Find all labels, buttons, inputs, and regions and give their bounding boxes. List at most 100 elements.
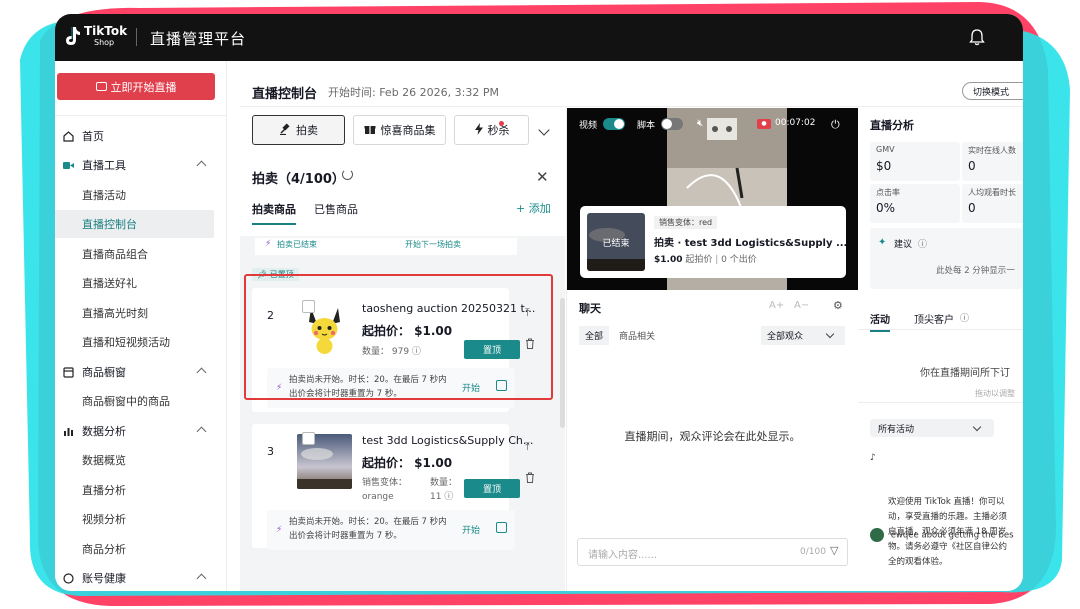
pinned-product-popup[interactable]: 已结束 销售变体：red 拍卖 · test 3dd Logistics&Sup…	[580, 206, 848, 278]
add-button[interactable]: + 添加	[516, 200, 551, 216]
start-auction-button[interactable]: 开始	[462, 523, 480, 536]
audience-select[interactable]: 全部观众	[761, 326, 845, 345]
sidebar-item-label: 直播送好礼	[82, 277, 137, 290]
sidebar-item-live-events[interactable]: 直播活动	[55, 181, 227, 209]
auction-info-text: 拍卖尚未开始。时长：20。在最后 7 秒内出价会将计时器重置为 7 秒。	[289, 517, 447, 541]
popup-bids: 0 个出价	[721, 255, 757, 265]
sidebar-item-product-analytics[interactable]: 商品分析	[55, 535, 227, 563]
auction-tool-button[interactable]: 拍卖	[252, 115, 345, 145]
switch-mode-button[interactable]: 切换模式	[962, 82, 1023, 100]
activity-filter-select[interactable]: 所有活动	[870, 419, 994, 437]
sidebar-item-live-highlights[interactable]: 直播高光时刻	[55, 299, 227, 327]
sparkle-icon: ✦	[878, 237, 887, 248]
chat-char-counter: 0/100	[800, 547, 826, 557]
start-time: 开始时间: Feb 26 2026, 3:32 PM	[328, 86, 499, 99]
info-icon: ⓘ	[444, 492, 454, 502]
sidebar-item-label: 视频分析	[82, 513, 126, 526]
logo-text: TikTok	[84, 24, 128, 38]
sidebar-item-label: 直播和短视频活动	[82, 336, 170, 349]
sidebar-item-live-gifts[interactable]: 直播送好礼	[55, 269, 227, 297]
tab-activity[interactable]: 活动	[870, 311, 890, 332]
tab-auction-products[interactable]: 拍卖商品	[252, 201, 296, 225]
stat-live-viewers: 实时在线人数 0	[962, 142, 1023, 181]
sidebar-item-live-console[interactable]: 直播控制台	[55, 210, 214, 238]
sidebar-item-live-analytics[interactable]: 直播分析	[55, 476, 227, 504]
surprise-set-button[interactable]: 惊喜商品集	[353, 115, 446, 145]
sidebar-item-label: 直播商品组合	[82, 248, 148, 261]
sidebar-item-account-health[interactable]: 账号健康	[55, 564, 227, 591]
mute-icon[interactable]: 🔇︎	[697, 118, 703, 129]
previous-auction-row: ⚡ 拍卖已结束 开始下一场拍卖	[255, 238, 517, 255]
sidebar-item-label: 商品分析	[82, 543, 126, 556]
sidebar-item-live-tools[interactable]: 直播工具	[55, 151, 227, 179]
tools-tabbar: 拍卖 惊喜商品集 秒杀	[240, 108, 565, 152]
power-icon[interactable]: ⏻	[831, 118, 840, 132]
tiktok-shop-logo[interactable]: TikTok Shop	[64, 24, 127, 48]
suggest-title: 建议	[894, 240, 913, 250]
divider	[55, 115, 227, 116]
stat-label: 人均观看时长	[968, 188, 1016, 197]
pin-button[interactable]: 置顶	[464, 479, 520, 498]
tab-top-customers[interactable]: 顶尖客户	[914, 311, 954, 326]
edit-icon[interactable]	[496, 522, 507, 533]
popup-thumbnail: 已结束	[587, 213, 645, 271]
script-toggle-label: 脚本	[637, 121, 656, 131]
top-bar: TikTok Shop 直播管理平台	[55, 14, 1023, 61]
sidebar-item-showcase-products[interactable]: 商品橱窗中的商品	[55, 387, 227, 415]
sidebar-item-live-bundles[interactable]: 直播商品组合	[55, 240, 227, 268]
sidebar-item-live-video-campaigns[interactable]: 直播和短视频活动	[55, 328, 227, 356]
help-icon[interactable]: ⓘ	[960, 311, 969, 324]
gavel-icon	[279, 122, 291, 138]
font-increase-icon[interactable]: A+	[769, 300, 784, 311]
tiktok-note-icon	[64, 25, 82, 47]
sidebar-item-showcase[interactable]: 商品橱窗	[55, 358, 227, 386]
move-to-top-icon[interactable]: ⤒	[525, 440, 530, 454]
chat-filter-product[interactable]: 商品相关	[613, 326, 661, 345]
platform-title: 直播管理平台	[150, 30, 247, 48]
sidebar-item-home[interactable]: 首页	[55, 122, 227, 150]
stat-value: 0	[968, 159, 976, 173]
font-decrease-icon[interactable]: A−	[794, 300, 809, 311]
sidebar-item-data-overview[interactable]: 数据概览	[55, 446, 227, 474]
bell-icon[interactable]	[969, 28, 985, 46]
close-icon[interactable]: ✕	[536, 168, 549, 186]
console-header: 直播控制台 开始时间: Feb 26 2026, 3:32 PM 切换模式	[240, 74, 1023, 107]
go-live-label: 立即开始直播	[110, 80, 177, 94]
script-toggle[interactable]	[661, 118, 683, 130]
chat-filter-all[interactable]: 全部	[579, 326, 610, 345]
select-checkbox[interactable]	[302, 432, 315, 445]
audience-select-value: 全部观众	[767, 332, 804, 342]
video-icon	[63, 160, 74, 171]
logo-sub: Shop	[94, 38, 115, 47]
trash-icon[interactable]	[525, 468, 535, 487]
sidebar-item-label: 直播工具	[82, 159, 126, 172]
flash-sale-button[interactable]: 秒杀	[454, 115, 529, 145]
stat-label: 点击率	[876, 188, 900, 197]
chat-empty-state: 直播期间，观众评论会在此处显示。	[624, 430, 801, 443]
sidebar-item-video-analytics[interactable]: 视频分析	[55, 505, 227, 533]
start-next-auction-link[interactable]: 开始下一场拍卖	[405, 239, 461, 250]
store-icon	[63, 367, 74, 378]
popup-product-name: 拍卖 · test 3dd Logistics&Supply ...	[654, 238, 848, 249]
video-toggle[interactable]	[603, 118, 625, 130]
page-title: 直播控制台	[252, 87, 318, 102]
refresh-icon[interactable]	[342, 169, 353, 180]
sidebar-item-label: 直播控制台	[82, 218, 137, 231]
chevron-down-icon[interactable]	[538, 124, 550, 136]
go-live-button[interactable]: 立即开始直播	[57, 73, 215, 100]
filter-icon[interactable]: ▽	[830, 544, 838, 557]
chat-input[interactable]: 请输入内容...... 0/100 ▽	[577, 538, 848, 566]
stat-value: 0	[968, 201, 976, 215]
suggestions-card: ✦ 建议 ⓘ 此处每 2 分钟显示一	[870, 228, 1023, 289]
tiktok-note-icon: ♪	[870, 453, 876, 463]
settings-icon[interactable]: ⚙︎	[833, 299, 843, 312]
video-toggle-label: 视频	[579, 121, 598, 131]
sidebar-item-analytics[interactable]: 数据分析	[55, 417, 227, 445]
live-recording-icon: ●	[757, 119, 771, 129]
tab-sold-products[interactable]: 已售商品	[314, 201, 358, 217]
sidebar: 立即开始直播 首页 直播工具 直播活动 直播控制台 直播商品组合 直播送好礼 直…	[55, 61, 227, 591]
scrollbar[interactable]	[560, 298, 565, 428]
sidebar-item-label: 数据概览	[82, 454, 126, 467]
sidebar-item-label: 首页	[82, 130, 104, 143]
help-icon[interactable]: ⓘ	[918, 237, 927, 250]
